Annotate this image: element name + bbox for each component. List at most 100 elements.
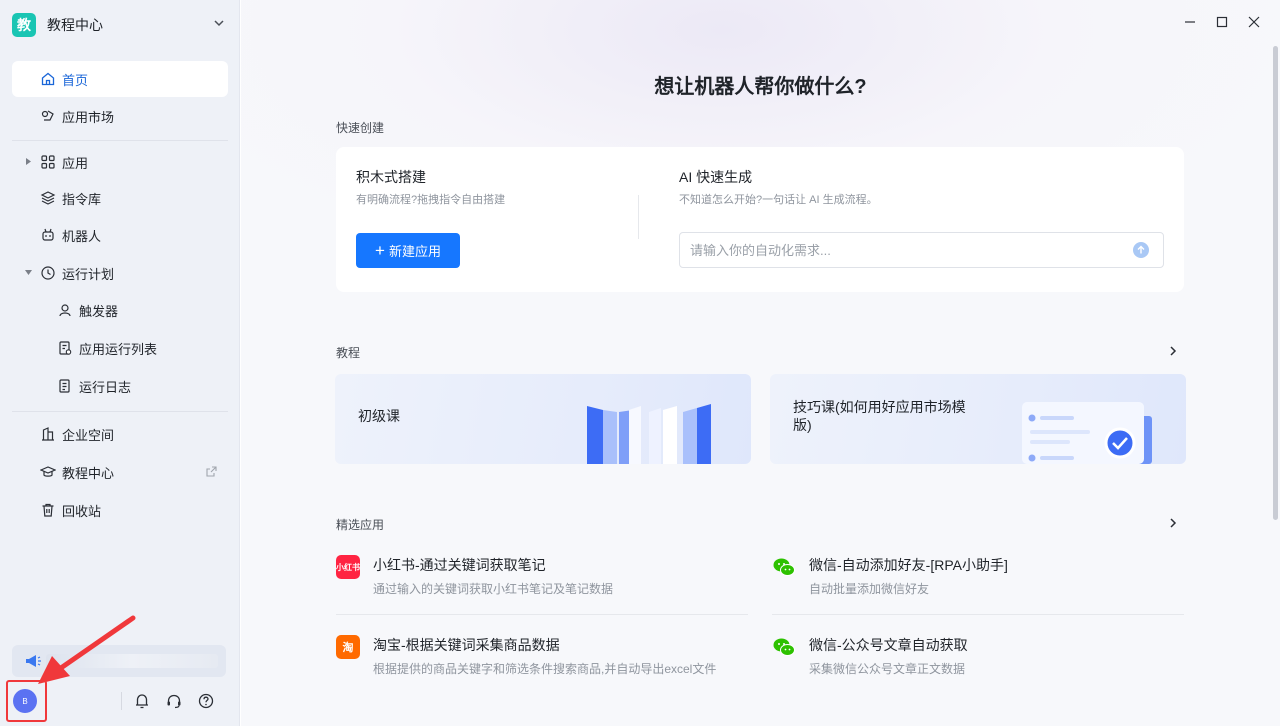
sidebar-item-run-plan[interactable]: 运行计划 (12, 255, 228, 291)
sidebar-item-label: 教程中心 (62, 465, 115, 481)
sidebar-item-app-market[interactable]: 应用市场 (12, 98, 228, 134)
plus-icon: + (375, 241, 385, 260)
app-desc: 采集微信公众号文章正文数据 (809, 662, 966, 676)
new-app-button-label: 新建应用 (388, 244, 441, 259)
caret-right-icon[interactable] (24, 157, 33, 166)
run-list-icon (59, 341, 72, 355)
sidebar-item-recycle-bin[interactable]: 回收站 (12, 492, 228, 528)
red-arrow-annotation (38, 615, 136, 684)
books-illustration (587, 404, 711, 464)
wechat-icon (773, 638, 795, 656)
quick-create-separator (638, 195, 639, 239)
main-content: 想让机器人帮你做什么? 快速创建 积木式搭建 有明确流程?拖拽指令自由搭建 + … (241, 0, 1280, 726)
app-name: 微信-公众号文章自动获取 (809, 637, 968, 653)
tutorial-title-line1: 技巧课(如何用好应用市场模 (793, 399, 966, 415)
chevron-right-icon[interactable] (1166, 344, 1180, 358)
template-illustration (1022, 402, 1152, 464)
sidebar-item-label: 企业空间 (62, 427, 115, 443)
app-name: 小红书-通过关键词获取笔记 (373, 557, 546, 573)
wechat-icon (773, 558, 795, 576)
sidebar-item-apps[interactable]: 应用 (12, 144, 228, 180)
headset-icon[interactable] (165, 692, 183, 710)
send-button[interactable] (1133, 242, 1149, 258)
sidebar-item-run-log[interactable]: 运行日志 (12, 368, 228, 404)
sidebar-item-home[interactable]: 首页 (12, 61, 228, 97)
layers-icon (40, 191, 56, 205)
workspace-name: 教程中心 (47, 17, 103, 33)
sidebar-item-label: 应用市场 (62, 109, 115, 125)
sidebar-item-trigger[interactable]: 触发器 (12, 292, 228, 328)
app-name: 淘宝-根据关键词采集商品数据 (373, 637, 560, 653)
sidebar: 教 教程中心 首页 应用市场 应用 指令库 机器人 运行计划 触发器 应用运行列… (0, 0, 240, 726)
featured-app-item[interactable]: 小红书 小红书-通过关键词获取笔记 通过输入的关键词获取小红书笔记及笔记数据 (336, 545, 748, 615)
tutorial-title: 技巧课(如何用好应用市场模 版) (793, 398, 966, 434)
graduation-cap-icon (40, 466, 56, 477)
featured-app-item[interactable]: 微信-公众号文章自动获取 采集微信公众号文章正文数据 (772, 625, 1184, 695)
sidebar-item-label: 触发器 (79, 303, 119, 319)
clock-icon (41, 266, 55, 280)
caret-down-icon[interactable] (24, 268, 33, 277)
close-icon[interactable] (1246, 14, 1262, 30)
enterprise-icon (42, 427, 54, 441)
sidebar-item-label: 机器人 (62, 228, 102, 244)
robot-icon (42, 228, 54, 241)
tutorials-label: 教程 (336, 346, 361, 360)
tutorial-title: 初级课 (358, 408, 400, 424)
quick-create-label: 快速创建 (336, 121, 385, 135)
ai-requirement-input[interactable] (679, 232, 1164, 268)
tutorial-title-line2: 版) (793, 417, 812, 433)
app-desc: 根据提供的商品关键字和筛选条件搜索商品,并自动导出excel文件 (373, 662, 717, 676)
app-desc: 自动批量添加微信好友 (809, 582, 930, 596)
trash-icon (42, 503, 54, 517)
page-title: 想让机器人帮你做什么? (654, 76, 867, 98)
chevron-down-icon (214, 20, 224, 27)
bell-icon[interactable] (133, 692, 151, 710)
block-build-desc: 有明确流程?拖拽指令自由搭建 (356, 194, 506, 206)
app-name: 微信-自动添加好友-[RPA小助手] (809, 557, 1008, 573)
trigger-icon (59, 304, 71, 317)
sidebar-item-label: 指令库 (62, 191, 102, 207)
log-icon (59, 379, 70, 393)
sidebar-divider (12, 140, 228, 141)
arrow-up-icon (1137, 245, 1145, 254)
tutorial-card-tips[interactable]: 技巧课(如何用好应用市场模 版) (770, 374, 1186, 464)
maximize-icon[interactable] (1214, 14, 1230, 30)
new-app-button[interactable]: + 新建应用 (356, 233, 460, 268)
minimize-icon[interactable] (1182, 14, 1198, 30)
tutorial-card-beginner[interactable]: 初级课 (335, 374, 751, 464)
sidebar-item-label: 首页 (62, 72, 89, 88)
workspace-logo: 教 (12, 13, 36, 37)
quick-create-card: 积木式搭建 有明确流程?拖拽指令自由搭建 + 新建应用 AI 快速生成 不知道怎… (336, 147, 1184, 292)
featured-app-item[interactable]: 微信-自动添加好友-[RPA小助手] 自动批量添加微信好友 (772, 545, 1184, 615)
sidebar-item-label: 运行计划 (62, 266, 115, 282)
scrollbar[interactable] (1273, 46, 1278, 520)
app-market-icon (41, 110, 54, 121)
ai-generate-desc: 不知道怎么开始?一句话让 AI 生成流程。 (679, 194, 878, 206)
sidebar-item-label: 回收站 (62, 503, 102, 519)
external-link-icon (206, 466, 217, 477)
sidebar-item-enterprise[interactable]: 企业空间 (12, 416, 228, 452)
sidebar-item-label: 应用运行列表 (79, 341, 158, 357)
block-build-title: 积木式搭建 (356, 169, 426, 185)
footer-separator (121, 692, 122, 710)
featured-app-item[interactable]: 淘 淘宝-根据关键词采集商品数据 根据提供的商品关键字和筛选条件搜索商品,并自动… (336, 625, 748, 695)
sidebar-item-command-library[interactable]: 指令库 (12, 180, 228, 216)
app-desc: 通过输入的关键词获取小红书笔记及笔记数据 (373, 582, 614, 596)
sidebar-item-tutorial-center[interactable]: 教程中心 (12, 454, 228, 490)
home-icon (41, 72, 55, 86)
chevron-right-icon[interactable] (1166, 516, 1180, 530)
help-icon[interactable] (197, 692, 215, 710)
featured-apps-label: 精选应用 (336, 518, 385, 532)
sidebar-item-run-list[interactable]: 应用运行列表 (12, 330, 228, 366)
workspace-switcher[interactable]: 教 教程中心 (12, 12, 228, 38)
xiaohongshu-icon: 小红书 (336, 555, 360, 579)
sidebar-item-label: 应用 (62, 155, 89, 171)
ai-generate-title: AI 快速生成 (679, 169, 753, 185)
sidebar-item-robot[interactable]: 机器人 (12, 217, 228, 253)
sidebar-divider (12, 411, 228, 412)
grid-icon (41, 155, 55, 169)
sidebar-item-label: 运行日志 (79, 379, 132, 395)
taobao-icon: 淘 (336, 635, 360, 659)
app-divider (336, 614, 748, 615)
app-divider (772, 614, 1184, 615)
